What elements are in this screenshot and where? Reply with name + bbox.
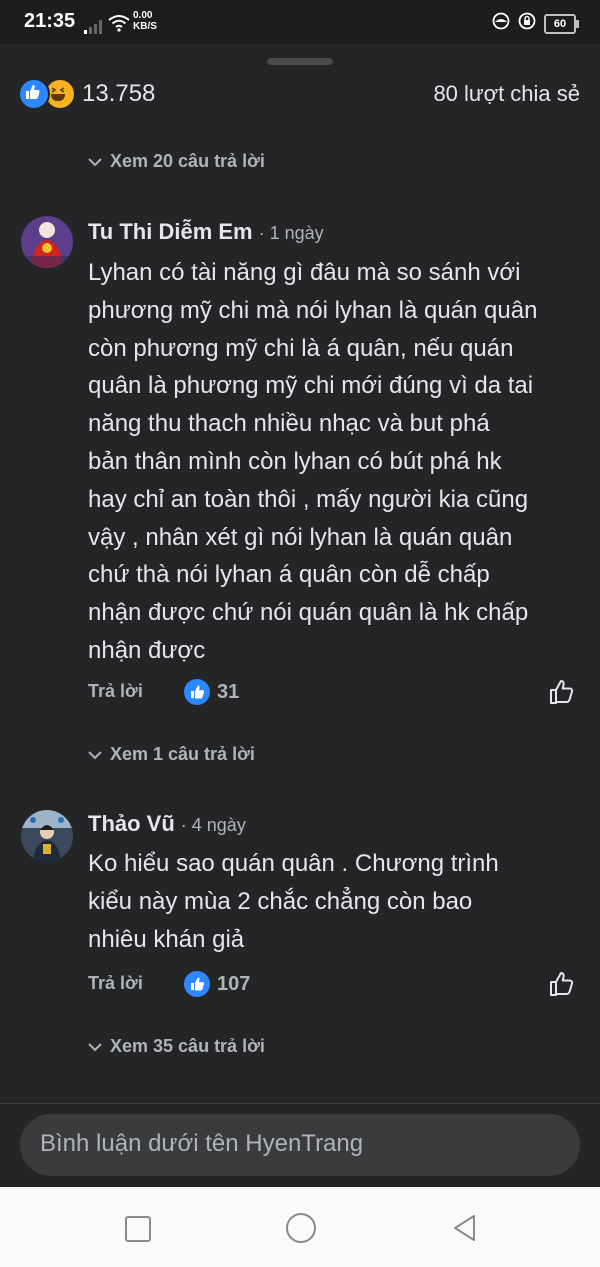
comment-line: Ko hiểu sao quán quân . Chương trình — [88, 850, 499, 877]
like-icon — [184, 679, 210, 705]
network-speed: 0.00 KB/S — [133, 10, 157, 32]
comment-age: · 1 ngày — [258, 223, 324, 243]
comment-author[interactable]: Thảo Vũ — [88, 811, 175, 837]
comment-author[interactable]: Tu Thi Diễm Em — [88, 219, 253, 245]
like-icon — [18, 78, 50, 110]
chevron-down-icon — [88, 157, 102, 166]
comment-line: bản thân mình còn lyhan có bút phá hk — [88, 447, 502, 475]
drag-handle[interactable] — [267, 58, 333, 65]
lock-icon — [518, 12, 536, 35]
battery-icon: 60 — [544, 13, 579, 34]
comment-line: kiểu này mùa 2 chắc chẳng còn bao — [88, 887, 473, 915]
avatar[interactable] — [21, 216, 73, 268]
share-count[interactable]: 80 lượt chia sẻ — [433, 81, 580, 107]
recents-button[interactable] — [125, 1216, 151, 1242]
status-bar: 21:35 0.00 KB/S 60 — [0, 0, 600, 44]
network-speed-unit: KB/S — [133, 21, 157, 32]
like-button[interactable] — [548, 677, 578, 707]
status-time: 21:35 — [24, 10, 76, 32]
comment-line: chứ thà nói lyhan á quân còn dễ chấp — [88, 561, 490, 589]
comment-line: năng thu thach nhiều nhạc và but phá — [88, 410, 490, 438]
signal-icon — [84, 20, 104, 39]
comment-text: Ko hiểu sao quán quân . Chương trình kiể… — [88, 845, 588, 958]
comment-line: nhận được chứ nói quán quân là hk chấp — [88, 599, 529, 627]
reply-button[interactable]: Trả lời — [88, 973, 143, 994]
view-replies-label: Xem 20 câu trả lời — [110, 151, 265, 171]
comment-actions: Trả lời 31 — [88, 679, 578, 711]
chevron-down-icon — [88, 750, 102, 759]
status-right-icons: 60 — [492, 12, 579, 35]
comment-age: · 4 ngày — [180, 815, 246, 835]
comment-line: hay chỉ an toàn thôi , mấy người kia cũn… — [88, 485, 529, 513]
like-icon — [184, 971, 210, 997]
comment-line: phương mỹ chi mà nói lyhan là quán quân — [88, 296, 538, 324]
view-replies-button[interactable]: Xem 20 câu trả lời — [88, 151, 265, 172]
home-button[interactable] — [286, 1213, 316, 1243]
like-count: 31 — [217, 681, 240, 703]
comment-actions: Trả lời 107 — [88, 971, 578, 1003]
view-replies-label: Xem 1 câu trả lời — [110, 744, 255, 764]
reply-button[interactable]: Trả lời — [88, 681, 143, 702]
reaction-summary[interactable]: 13.758 — [18, 78, 155, 110]
view-replies-label: Xem 35 câu trả lời — [110, 1036, 265, 1056]
comment-line: còn phương mỹ chi là á quân, nếu quán — [88, 334, 514, 362]
avatar[interactable] — [21, 810, 73, 862]
comment-input-placeholder: Bình luận dưới tên HyenTrang — [40, 1130, 364, 1157]
reaction-count: 13.758 — [82, 80, 156, 107]
data-saver-icon — [492, 12, 510, 35]
like-button[interactable] — [548, 969, 578, 999]
comment-line: nhiêu khán giả — [88, 925, 245, 953]
wifi-icon — [108, 14, 130, 37]
like-count: 107 — [217, 973, 251, 995]
composer-divider — [0, 1103, 600, 1104]
view-replies-button[interactable]: Xem 35 câu trả lời — [88, 1036, 265, 1057]
view-replies-button[interactable]: Xem 1 câu trả lời — [88, 744, 255, 765]
comment-input[interactable]: Bình luận dưới tên HyenTrang — [20, 1114, 580, 1176]
comment-text: Lyhan có tài năng gì đâu mà so sánh với … — [88, 254, 588, 670]
system-nav-bar — [0, 1187, 600, 1267]
network-speed-value: 0.00 — [133, 10, 153, 21]
back-button[interactable] — [452, 1213, 478, 1248]
comment-line: vậy , nhân xét gì nói lyhan là quán quân — [88, 523, 513, 551]
comment-line: quân là phương mỹ chi mới đúng vì da tai — [88, 372, 534, 400]
comment-line: Lyhan có tài năng gì đâu mà so sánh với — [88, 259, 521, 286]
chevron-down-icon — [88, 1042, 102, 1051]
comment-line: nhận được — [88, 636, 206, 664]
